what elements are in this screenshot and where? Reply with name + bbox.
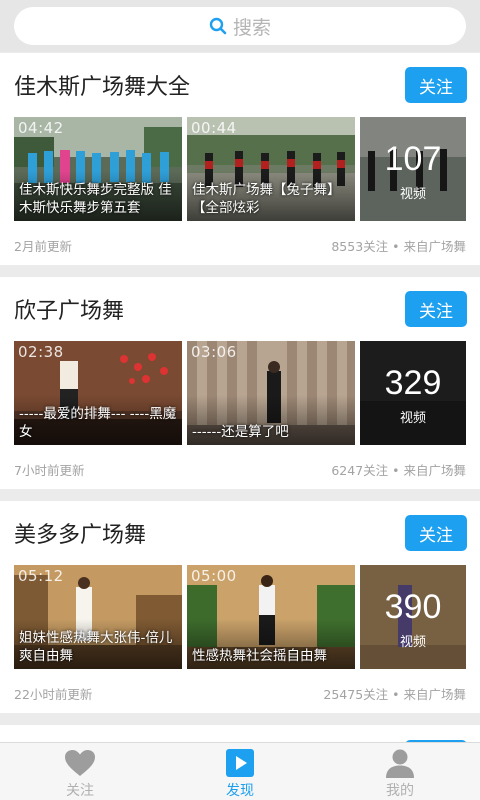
play-icon (226, 749, 254, 777)
channel-title[interactable]: 佳木斯广场舞大全 (14, 69, 190, 101)
channel-title[interactable]: 美多多广场舞 (14, 517, 146, 549)
video-count: 329 (384, 364, 442, 402)
update-time: 7小时前更新 (14, 463, 85, 478)
update-time: 22小时前更新 (14, 687, 93, 702)
channel-title[interactable]: 欣子广场舞 (14, 293, 124, 325)
video-count-label: 视频 (399, 187, 426, 202)
video-caption: -----最爱的排舞--- ----黑魔女 (19, 406, 177, 440)
tab-label: 发现 (226, 783, 254, 799)
follow-button[interactable]: 关注 (405, 291, 467, 327)
search-icon (209, 17, 227, 35)
channel-card[interactable]: 欣子广场舞 关注 02:38 -----最爱的排舞--- ----黑魔女 03:… (0, 277, 480, 489)
video-duration: 03:06 (191, 343, 237, 361)
video-thumbnail[interactable]: 04:42 佳木斯快乐舞步完整版 佳木斯快乐舞步第五套 (14, 117, 182, 221)
search-placeholder: 搜索 (232, 16, 271, 39)
update-time: 2月前更新 (14, 239, 72, 254)
video-thumbnail[interactable]: 02:38 -----最爱的排舞--- ----黑魔女 (14, 341, 182, 445)
video-caption: 性感热舞社会摇自由舞 (192, 648, 327, 664)
tab-discover[interactable]: 发现 (160, 743, 320, 800)
tab-mine[interactable]: 我的 (320, 743, 480, 800)
channel-stats: 25475关注 • 来自广场舞 (323, 687, 466, 702)
search-bar: 搜索 (0, 0, 480, 52)
video-caption: ------还是算了吧 (192, 424, 289, 440)
video-thumbnail[interactable]: 05:00 性感热舞社会摇自由舞 (187, 565, 355, 669)
video-duration: 05:12 (18, 567, 64, 585)
channel-card[interactable]: 美多多广场舞 关注 05:12 姐妹性感热舞大张伟-倍儿爽自由舞 05:00 性… (0, 501, 480, 713)
video-count-tile[interactable]: 329 视频 (360, 341, 466, 445)
video-thumbnail[interactable]: 00:44 佳木斯广场舞【兔子舞】【全部炫彩 (187, 117, 355, 221)
video-thumbnail[interactable]: 05:12 姐妹性感热舞大张伟-倍儿爽自由舞 (14, 565, 182, 669)
tab-follow[interactable]: 关注 (0, 743, 160, 800)
tab-label: 我的 (386, 783, 414, 799)
video-caption: 姐妹性感热舞大张伟-倍儿爽自由舞 (19, 630, 173, 664)
video-count: 390 (384, 588, 442, 626)
video-duration: 05:00 (191, 567, 237, 585)
video-thumbnail[interactable]: 03:06 ------还是算了吧 (187, 341, 355, 445)
video-count-tile[interactable]: 390 视频 (360, 565, 466, 669)
channel-stats: 6247关注 • 来自广场舞 (331, 463, 466, 478)
heart-icon (65, 750, 95, 776)
follow-button[interactable]: 关注 (405, 515, 467, 551)
video-duration: 02:38 (18, 343, 64, 361)
search-input[interactable]: 搜索 (14, 7, 466, 45)
video-count-label: 视频 (399, 411, 426, 426)
video-caption: 佳木斯快乐舞步完整版 佳木斯快乐舞步第五套 (19, 182, 172, 216)
video-duration: 04:42 (18, 119, 64, 137)
video-caption: 佳木斯广场舞【兔子舞】【全部炫彩 (192, 182, 341, 216)
person-icon (386, 749, 414, 778)
video-count-tile[interactable]: 107 视频 (360, 117, 466, 221)
channel-card[interactable]: 佳木斯广场舞大全 关注 04:42 佳木斯快乐舞步完整版 佳木斯快乐舞步第五套 (0, 53, 480, 265)
follow-button[interactable]: 关注 (405, 67, 467, 103)
video-count-label: 视频 (399, 635, 426, 650)
bottom-tab-bar: 关注 发现 我的 (0, 742, 480, 800)
video-count: 107 (384, 140, 442, 178)
tab-label: 关注 (66, 783, 94, 799)
video-duration: 00:44 (191, 119, 237, 137)
channel-stats: 8553关注 • 来自广场舞 (331, 239, 466, 254)
